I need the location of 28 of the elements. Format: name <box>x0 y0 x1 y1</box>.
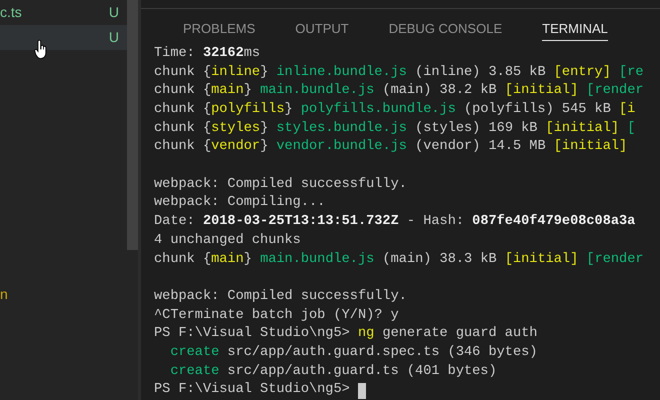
terminal-line: webpack: Compiling... <box>154 194 326 212</box>
terminal-line: PS F:\Visual Studio\ng5> <box>154 381 351 400</box>
terminal-line: create src/app/auth.guard.spec.ts (346 bytes) <box>169 344 538 362</box>
scrollbar[interactable] <box>127 0 138 250</box>
status-label: U <box>108 28 119 47</box>
terminal-line: ^CTerminate batch job (Y/N)? y <box>154 306 399 325</box>
terminal-line: webpack: Compiled successfully. <box>154 288 407 306</box>
terminal-line: chunk {inline} inline.bundle.js (inline) 3.85 kB [entry] [re <box>154 64 644 82</box>
terminal-line: 4 unchanged chunks <box>154 232 301 250</box>
panel-tab[interactable]: DEBUG CONSOLE <box>388 9 502 41</box>
status-label: U <box>108 3 119 22</box>
terminal-line: chunk {main} main.bundle.js (main) 38.3 kB [initial] [render <box>154 250 644 268</box>
terminal-line: webpack: Compiled successfully. <box>154 176 407 194</box>
terminal-line: chunk {vendor} vendor.bundle.js (vendor) 14.5 MB [initial] <box>154 138 628 156</box>
label-fragment: n <box>0 285 8 304</box>
terminal-line: Time: 32162ms <box>154 44 260 63</box>
terminal-line: chunk {polyfills} polyfills.bundle.js (polyfills) 545 kB [i <box>154 101 636 119</box>
file-item[interactable]: U <box>0 25 127 50</box>
terminal-line: chunk {styles} styles.bundle.js (styles) 169 kB [initial] [ <box>154 120 636 138</box>
panel-tab[interactable]: OUTPUT <box>295 9 349 41</box>
terminal-line: PS F:\Visual Studio\ng5> ng generate guard auth <box>154 325 538 344</box>
panel-tab[interactable]: PROBLEMS <box>183 9 256 41</box>
terminal-line: Date: 2018-03-25T13:13:51.732Z - Hash: 087fe40f479e08c08a3a <box>154 213 636 232</box>
panel-tab[interactable]: TERMINAL <box>542 9 608 41</box>
terminal-line: create src/app/auth.guard.ts (401 bytes) <box>169 362 497 381</box>
terminal-line: chunk {main} main.bundle.js (main) 38.2 kB [initial] [render <box>154 82 644 100</box>
file-name: c.ts <box>0 3 22 22</box>
hand-pointer-icon <box>34 40 48 60</box>
